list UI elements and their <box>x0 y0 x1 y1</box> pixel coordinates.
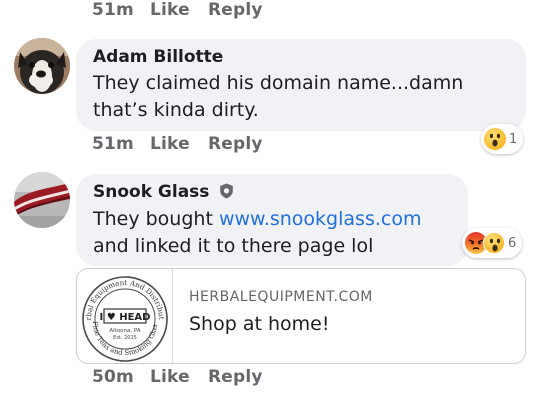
reply-button[interactable]: Reply <box>208 0 263 20</box>
logo-center-text: I ♥ HEAD <box>100 312 151 323</box>
wow-reaction-icon <box>484 128 506 150</box>
logo-est-text: Est. 2015 <box>113 335 137 341</box>
avatar[interactable] <box>14 38 70 94</box>
comment-text-content: They claimed his domain name...damn that… <box>93 72 464 121</box>
reaction-count: 1 <box>509 131 518 147</box>
reaction-count: 6 <box>508 235 517 251</box>
avatar[interactable] <box>14 172 70 228</box>
logo-city-text: Altoona, PA <box>109 328 140 334</box>
comment-actions: 51m Like Reply <box>92 134 263 154</box>
comment-text: They claimed his domain name...damn that… <box>93 70 513 124</box>
reply-button[interactable]: Reply <box>208 367 263 387</box>
like-button[interactable]: Like <box>150 0 208 20</box>
link-preview-domain: HERBALEQUIPMENT.COM <box>189 289 373 305</box>
reply-button[interactable]: Reply <box>208 134 263 154</box>
top-comment-actions: 51m Like Reply <box>92 0 263 20</box>
comment-author: Snook Glass <box>93 182 234 202</box>
reaction-summary[interactable]: 6 <box>462 228 523 258</box>
comment-text: They bought www.snookglass.com and linke… <box>93 206 463 260</box>
comment-actions: 50m Like Reply <box>92 367 263 387</box>
comment-timestamp[interactable]: 51m <box>92 0 150 20</box>
herbal-equipment-logo-icon: Herbal Equipment And Distribution Fine T… <box>77 269 168 362</box>
like-button[interactable]: Like <box>150 134 208 154</box>
comment-author-name[interactable]: Snook Glass <box>93 182 209 202</box>
comment-author[interactable]: Adam Billotte <box>93 47 223 67</box>
comment-text-after: and linked it to there page lol <box>93 235 374 257</box>
like-button[interactable]: Like <box>150 367 208 387</box>
link-preview-title[interactable]: Shop at home! <box>189 313 329 335</box>
wow-reaction-icon <box>483 232 505 254</box>
comment-timestamp[interactable]: 50m <box>92 367 150 387</box>
link-preview-card[interactable]: Herbal Equipment And Distribution Fine T… <box>76 268 526 364</box>
comment-text-before: They bought <box>93 208 219 230</box>
link-preview-thumbnail: Herbal Equipment And Distribution Fine T… <box>77 269 173 363</box>
dog-avatar-icon <box>14 38 70 94</box>
shield-badge-icon <box>220 183 234 199</box>
glass-pipe-avatar-icon <box>14 172 70 228</box>
comment-link[interactable]: www.snookglass.com <box>219 208 422 230</box>
reaction-summary[interactable]: 1 <box>481 124 524 154</box>
comment-timestamp[interactable]: 51m <box>92 134 150 154</box>
